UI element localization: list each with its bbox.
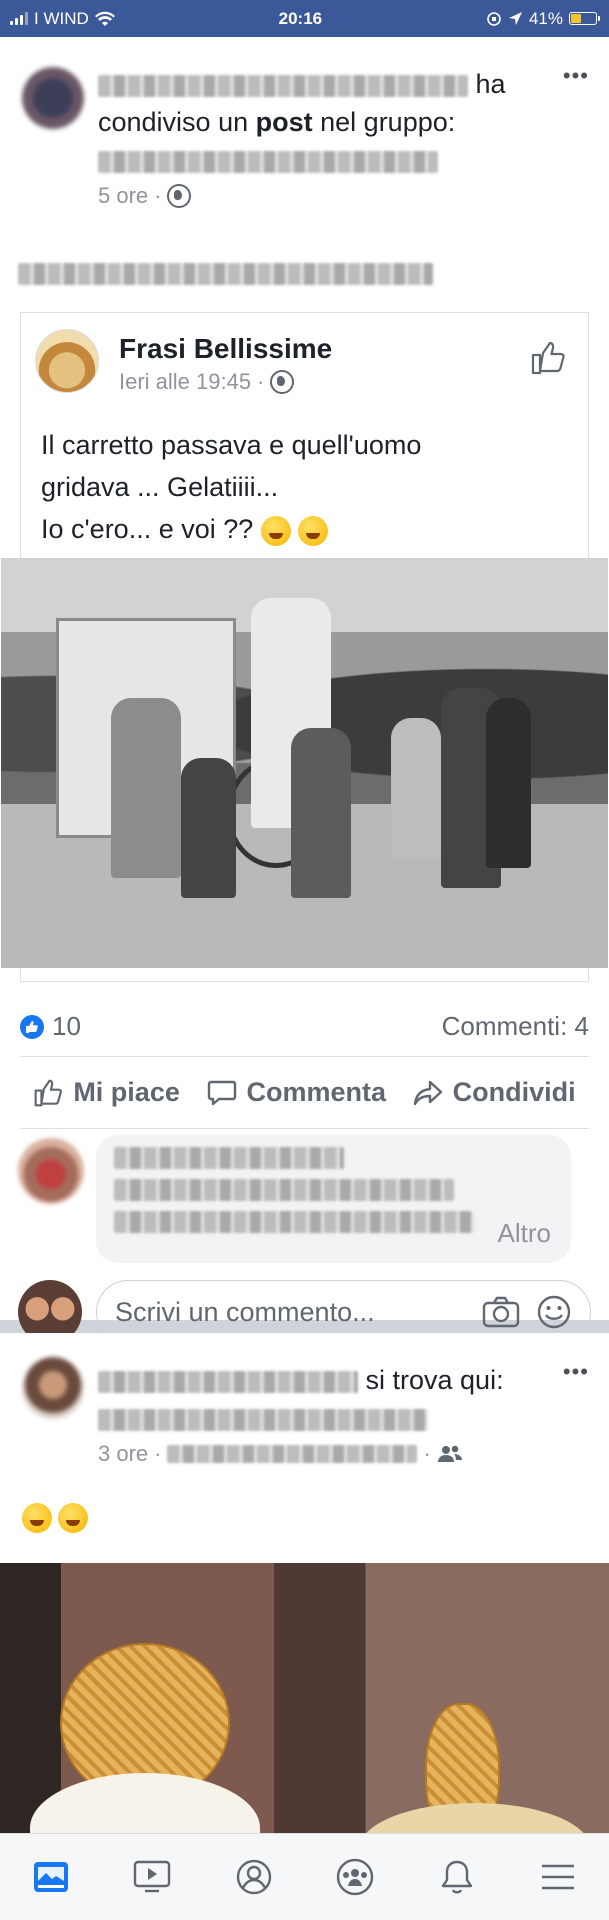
clock: 20:16 — [278, 8, 323, 28]
user-name-blurred[interactable] — [98, 74, 468, 97]
comment-bubble[interactable]: Altro — [96, 1135, 571, 1263]
likes-count[interactable]: 10 — [20, 1011, 81, 1042]
group-name-blurred[interactable] — [98, 150, 438, 173]
profile-icon — [236, 1859, 271, 1895]
battery-icon — [568, 12, 600, 25]
shared-post-text: Il carretto passava e quell'uomo gridava… — [41, 430, 422, 546]
reactions-bar: 10 Commenti: 4 — [20, 997, 589, 1057]
shared-post-time[interactable]: Ieri alle 19:45 — [119, 369, 251, 395]
thumbs-up-icon — [34, 1079, 63, 1106]
tab-profile[interactable] — [232, 1855, 276, 1899]
shared-post-header: Frasi Bellissime Ieri alle 19:45 · — [21, 313, 588, 409]
smiling-face-emoji-icon — [298, 515, 329, 546]
page-name[interactable]: Frasi Bellissime — [119, 333, 528, 365]
bottom-tab-bar — [0, 1833, 609, 1920]
bell-icon — [441, 1860, 472, 1894]
tab-watch[interactable] — [130, 1855, 174, 1899]
tab-news-feed[interactable] — [29, 1855, 73, 1899]
user-name-blurred[interactable] — [98, 1370, 358, 1393]
more-options-icon[interactable]: ••• — [563, 63, 589, 89]
avatar[interactable] — [22, 1357, 84, 1419]
post-header: ••• si trova qui: 3 ore · · — [0, 1333, 609, 1467]
comment-text-blurred — [114, 1179, 454, 1201]
location-blurred[interactable] — [167, 1445, 418, 1463]
tab-notifications[interactable] — [435, 1855, 479, 1899]
emoji-smile-icon[interactable] — [536, 1294, 572, 1330]
comment-text-blurred — [114, 1211, 474, 1233]
commenter-name-blurred[interactable] — [114, 1147, 344, 1169]
post-time[interactable]: 3 ore — [98, 1441, 148, 1467]
news-feed-icon — [33, 1862, 68, 1892]
feed-post-shared: ••• ha condiviso un post nel gruppo: 5 o… — [0, 37, 609, 1344]
share-headline: ha — [98, 65, 539, 103]
status-bar: I WIND 20:16 41% — [0, 0, 609, 37]
wifi-icon — [94, 11, 115, 26]
signal-icon — [10, 12, 28, 25]
see-more-link[interactable]: Altro — [498, 1218, 551, 1249]
tab-menu[interactable] — [536, 1855, 580, 1899]
comment-item: Altro — [18, 1135, 591, 1265]
friends-icon — [437, 1445, 462, 1462]
like-badge-icon — [20, 1014, 44, 1039]
comment-bubble-icon — [207, 1080, 236, 1105]
like-page-icon[interactable] — [530, 341, 566, 375]
smiling-face-emoji-icon — [58, 1503, 88, 1533]
post-photo[interactable] — [1, 558, 608, 968]
post-header: ••• ha condiviso un post nel gruppo: 5 o… — [0, 37, 609, 209]
smiling-face-emoji-icon — [22, 1503, 52, 1533]
post-caption-blurred — [18, 263, 433, 285]
post-photo[interactable] — [0, 1563, 609, 1866]
location-arrow-icon — [508, 12, 522, 25]
post-actions: Mi piace Commenta Condividi — [20, 1057, 589, 1129]
share-button[interactable]: Condividi — [413, 1077, 576, 1108]
feed-post-checkin: ••• si trova qui: 3 ore · · — [0, 1333, 609, 1866]
post-meta: 3 ore · · — [98, 1441, 539, 1467]
tab-groups[interactable] — [333, 1855, 377, 1899]
post-link[interactable]: post — [256, 107, 313, 137]
avatar[interactable] — [22, 67, 84, 129]
camera-icon[interactable] — [482, 1296, 520, 1328]
shared-post[interactable]: Frasi Bellissime Ieri alle 19:45 · Il ca… — [1, 312, 608, 982]
place-name-blurred[interactable] — [98, 1408, 428, 1431]
commenter-avatar[interactable] — [18, 1138, 84, 1204]
globe-icon — [270, 370, 295, 394]
comment-button[interactable]: Commenta — [207, 1077, 386, 1108]
carrier-label: I WIND — [34, 8, 89, 28]
comments-count[interactable]: Commenti: 4 — [442, 1011, 589, 1042]
globe-icon — [167, 184, 192, 208]
page-avatar[interactable] — [35, 329, 99, 393]
post-time[interactable]: 5 ore — [98, 183, 148, 209]
more-options-icon[interactable]: ••• — [563, 1359, 589, 1385]
rotation-lock-icon — [487, 11, 501, 26]
share-arrow-icon — [413, 1080, 442, 1105]
like-button[interactable]: Mi piace — [33, 1077, 180, 1108]
battery-percent: 41% — [528, 8, 563, 28]
video-play-icon — [134, 1860, 171, 1893]
winking-tongue-emoji-icon — [260, 515, 291, 546]
hamburger-menu-icon — [542, 1864, 575, 1890]
groups-icon — [337, 1858, 374, 1896]
post-meta: 5 ore · — [98, 183, 539, 209]
